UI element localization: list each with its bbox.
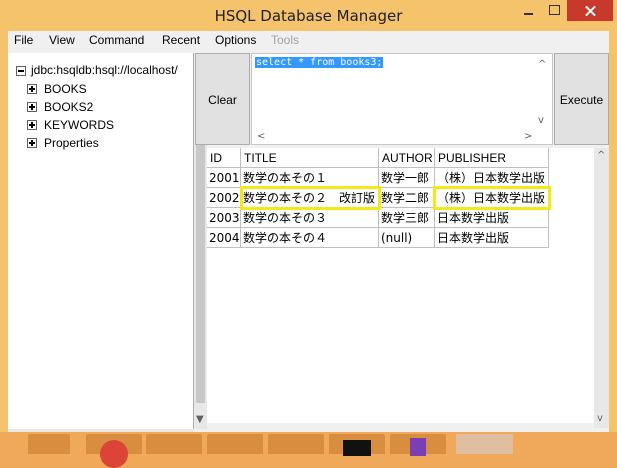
schema-tree[interactable]: jdbc:hsqldb:hsql://localhost/ BOOKS BOOK… [8,53,194,429]
collapse-icon[interactable] [16,66,26,76]
menu-options[interactable]: Options [215,33,256,47]
paint-icon[interactable] [268,434,324,454]
app-window: HSQL Database Manager File View Command … [0,0,617,432]
expand-icon[interactable] [27,84,37,94]
menu-command[interactable]: Command [89,33,144,47]
column-header-publisher[interactable]: PUBLISHER [435,148,549,168]
tree-item-properties[interactable]: Properties [44,136,99,150]
column-header-author[interactable]: AUTHOR [379,148,435,168]
tree-item-books[interactable]: BOOKS [44,82,87,96]
scroll-right-icon[interactable]: > [524,132,532,142]
minimize-button[interactable] [515,0,541,21]
scroll-down-icon[interactable]: v [538,116,544,126]
scroll-left-icon[interactable]: < [257,132,265,142]
cell-title[interactable]: 数学の本その４ [241,228,379,248]
menu-tools: Tools [271,33,300,47]
pen-tool-icon[interactable] [146,434,202,454]
windows-taskbar [0,432,617,468]
expand-icon[interactable] [27,102,37,112]
notepad-icon[interactable] [207,434,263,454]
scroll-down-icon[interactable]: v [597,414,603,424]
cell-title[interactable]: 数学の本その１ [241,168,379,188]
cell-author[interactable]: 数学三郎 [379,208,435,228]
column-header-title[interactable]: TITLE [241,148,379,168]
title-bar[interactable]: HSQL Database Manager [0,0,617,31]
chrome-logo [100,440,128,468]
execute-button[interactable]: Execute [554,53,609,145]
visual-studio-icon[interactable] [390,434,446,456]
cell-id[interactable]: 2001 [207,168,241,188]
scroll-up-icon[interactable]: ^ [538,60,546,70]
cell-publisher[interactable]: （株）日本数学出版 [435,168,549,188]
close-button[interactable] [567,0,613,21]
expand-icon[interactable] [27,120,37,130]
tree-root-connection[interactable]: jdbc:hsqldb:hsql://localhost/ [31,63,178,77]
results-grid[interactable]: ID TITLE AUTHOR PUBLISHER 2001 数学の本その１ 数… [207,148,594,423]
cell-title[interactable]: 数学の本その２ 改訂版 [241,188,379,208]
cell-author[interactable]: (null) [379,228,435,248]
tree-item-books2[interactable]: BOOKS2 [44,100,93,114]
cell-publisher[interactable]: 日本数学出版 [435,228,549,248]
results-vertical-scrollbar[interactable]: ^ v [594,148,609,428]
tree-item-keywords[interactable]: KEYWORDS [44,118,114,132]
sql-editor[interactable]: select * from books3; ^ v < > [251,53,553,145]
menu-view[interactable]: View [49,33,75,47]
query-panel: Clear select * from books3; ^ v < > Exec… [195,53,609,147]
expand-icon[interactable] [27,138,37,148]
sql-text[interactable]: select * from books3; [255,57,384,68]
chrome-icon[interactable] [86,434,142,468]
vs-logo [410,438,426,456]
scroll-down-icon[interactable]: ▼ [196,415,204,425]
cell-title[interactable]: 数学の本その３ [241,208,379,228]
column-header-id[interactable]: ID [207,148,241,168]
cell-id[interactable]: 2003 [207,208,241,228]
cell-id[interactable]: 2004 [207,228,241,248]
cell-id[interactable]: 2002 [207,188,241,208]
maximize-button[interactable] [541,0,567,21]
cell-author[interactable]: 数学一郎 [379,168,435,188]
cell-publisher[interactable]: （株）日本数学出版 [435,188,549,208]
scroll-up-icon[interactable]: ^ [597,151,605,161]
clear-button[interactable]: Clear [195,53,250,145]
cell-publisher[interactable]: 日本数学出版 [435,208,549,228]
java-app-icon[interactable] [456,434,513,454]
menu-file[interactable]: File [14,33,33,47]
file-explorer-icon[interactable] [28,434,70,454]
menu-recent[interactable]: Recent [162,33,200,47]
client-area: File View Command Recent Options Tools j… [8,31,609,432]
cell-author[interactable]: 数学二郎 [379,188,435,208]
menu-bar: File View Command Recent Options Tools [8,31,609,51]
command-prompt-icon[interactable] [329,434,385,456]
